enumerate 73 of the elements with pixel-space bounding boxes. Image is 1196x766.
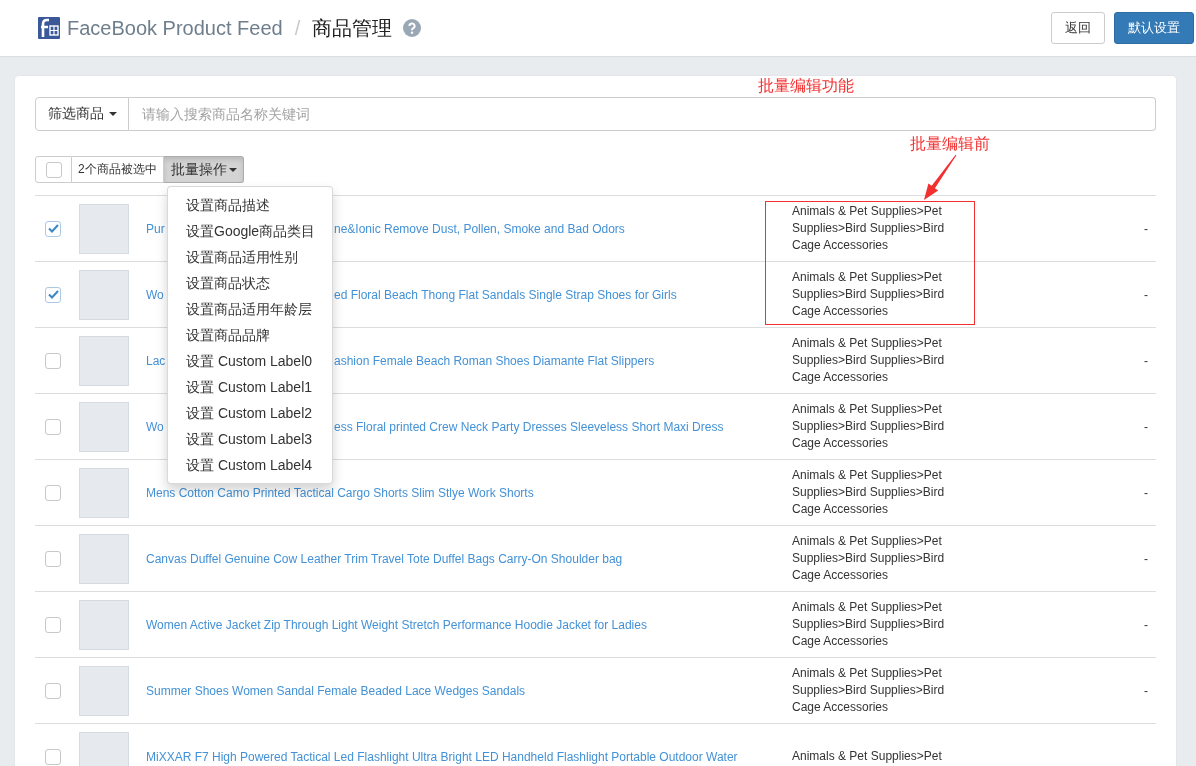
product-title-link[interactable]: Women Active Jacket Zip Through Light Weight Stretch Performance Hoodie Jacket for Ladies <box>146 617 647 632</box>
table-cell-text: - <box>1144 551 1148 566</box>
menu-item[interactable]: 设置商品品牌 <box>168 322 332 348</box>
menu-item[interactable]: 设置 Custom Label2 <box>168 400 332 426</box>
table-cell-text: - <box>1144 617 1148 632</box>
help-icon[interactable] <box>403 19 422 37</box>
product-photo-placeholder <box>79 731 129 766</box>
product-photo-placeholder <box>79 665 129 716</box>
product-title-link[interactable]: ashion Female Beach Roman Shoes Diamante Flat Slippers <box>334 353 655 368</box>
product-title-link[interactable]: Wo <box>146 287 167 302</box>
logo-icon <box>38 17 60 39</box>
table-cell-text: - <box>1144 683 1148 698</box>
primary-button[interactable]: 默认设置 <box>1114 12 1194 44</box>
menu-item[interactable]: 设置商品适用年龄层 <box>168 296 332 322</box>
table-cell-text: - <box>1144 353 1148 368</box>
product-title-link[interactable]: Canvas Duffel Genuine Cow Leather Trim Travel Tote Duffel Bags Carry-On Shoulder bag <box>146 551 623 566</box>
category-text: Animals & Pet Supplies>Pet <box>792 748 943 765</box>
category-text: Animals & Pet Supplies>Pet Supplies>Bird Supplies>Bird Cage Accessories <box>792 533 946 584</box>
product-photo-placeholder <box>79 599 129 650</box>
selection-count: 2个商品被选中 <box>72 156 164 183</box>
product-photo-placeholder <box>79 533 129 584</box>
product-photo-placeholder <box>79 269 129 320</box>
product-photo-placeholder <box>79 203 129 254</box>
row-checkbox[interactable] <box>45 748 61 765</box>
row-checkbox[interactable] <box>45 220 61 237</box>
menu-item[interactable]: 设置Google商品类目 <box>168 218 332 244</box>
back-button[interactable]: 返回 <box>1051 12 1105 44</box>
table-cell-text: - <box>1144 287 1148 302</box>
product-title-link[interactable]: ed Floral Beach Thong Flat Sandals Single Strap Shoes for Girls <box>334 287 677 302</box>
category-text: Animals & Pet Supplies>Pet Supplies>Bird Supplies>Bird Cage Accessories <box>792 665 946 716</box>
product-title-link[interactable]: Summer Shoes Women Sandal Female Beaded Lace Wedges Sandals <box>146 683 526 698</box>
select-all-checkbox[interactable] <box>45 161 62 178</box>
app-title: FaceBook Product Feed <box>67 16 283 40</box>
caret-icon <box>228 167 237 172</box>
category-text: Animals & Pet Supplies>Pet Supplies>Bird Supplies>Bird Cage Accessories <box>792 269 946 320</box>
filter-dropdown-button[interactable]: 筛选商品 <box>35 97 129 131</box>
row-checkbox[interactable] <box>45 286 61 303</box>
check-icon <box>47 224 59 233</box>
annotation-text: 批量编辑前 <box>910 134 990 153</box>
menu-item[interactable]: 设置 Custom Label3 <box>168 426 332 452</box>
check-icon <box>47 290 59 299</box>
search-field[interactable]: 请输入搜索商品名称关键词 <box>129 97 1156 131</box>
bulk-actions-button[interactable]: 批量操作 <box>163 156 244 183</box>
row-checkbox[interactable] <box>45 682 61 699</box>
menu-item[interactable]: 设置 Custom Label0 <box>168 348 332 374</box>
category-text: Animals & Pet Supplies>Pet Supplies>Bird Supplies>Bird Cage Accessories <box>792 335 946 386</box>
product-title-link[interactable]: ne&Ionic Remove Dust, Pollen, Smoke and Bad Odors <box>334 221 625 236</box>
product-photo-placeholder <box>79 335 129 386</box>
row-checkbox[interactable] <box>45 616 61 633</box>
menu-item[interactable]: 设置商品适用性别 <box>168 244 332 270</box>
category-text: Animals & Pet Supplies>Pet Supplies>Bird Supplies>Bird Cage Accessories <box>792 599 946 650</box>
menu-item[interactable]: 设置商品状态 <box>168 270 332 296</box>
category-text: Animals & Pet Supplies>Pet Supplies>Bird Supplies>Bird Cage Accessories <box>792 401 946 452</box>
category-text: Animals & Pet Supplies>Pet Supplies>Bird Supplies>Bird Cage Accessories <box>792 203 946 254</box>
menu-item[interactable]: 设置 Custom Label1 <box>168 374 332 400</box>
caret-icon <box>108 112 117 116</box>
row-checkbox[interactable] <box>45 484 61 501</box>
annotation-text: 批量编辑功能 <box>758 76 854 95</box>
table-cell-text: - <box>1144 485 1148 500</box>
menu-item[interactable]: 设置 Custom Label4 <box>168 452 332 478</box>
product-photo-placeholder <box>79 467 129 518</box>
product-photo-placeholder <box>79 401 129 452</box>
product-title-link[interactable]: ess Floral printed Crew Neck Party Dresses Sleeveless Short Maxi Dress <box>334 419 724 434</box>
row-checkbox[interactable] <box>45 418 61 435</box>
table-cell-text: - <box>1144 221 1148 236</box>
table-cell-text: - <box>1144 419 1148 434</box>
row-checkbox[interactable] <box>45 550 61 567</box>
category-text: Animals & Pet Supplies>Pet Supplies>Bird Supplies>Bird Cage Accessories <box>792 467 946 518</box>
breadcrumb-separator: / <box>294 16 301 40</box>
product-title-link[interactable]: Wo <box>146 419 167 434</box>
menu-item[interactable]: 设置商品描述 <box>168 192 332 218</box>
page-title: 商品管理 <box>312 15 393 41</box>
row-checkbox[interactable] <box>45 352 61 369</box>
